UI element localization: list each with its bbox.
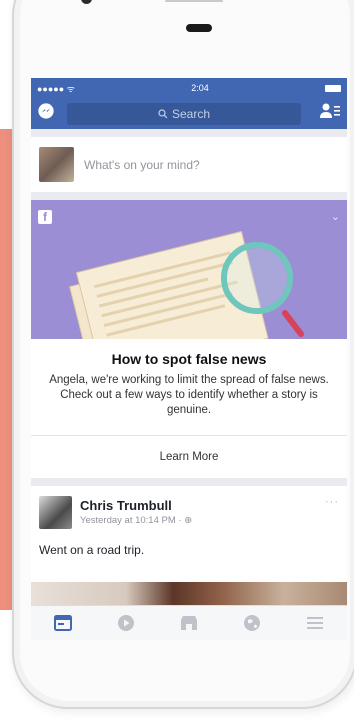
marketplace-icon[interactable]	[179, 613, 199, 633]
post-author-name[interactable]: Chris Trumbull	[80, 498, 192, 513]
facebook-f-icon: f	[38, 210, 52, 224]
composer-prompt: What's on your mind?	[84, 157, 200, 172]
battery-icon	[325, 84, 341, 92]
card-description: Angela, we're working to limit the sprea…	[49, 374, 329, 416]
status-composer[interactable]: What's on your mind?	[31, 137, 347, 192]
user-avatar	[39, 147, 74, 182]
search-placeholder: Search	[171, 106, 211, 121]
menu-icon[interactable]	[305, 613, 325, 633]
status-bar: ●●●●● ᯤ 2:04	[31, 78, 347, 98]
messenger-icon[interactable]	[37, 102, 55, 125]
phone-speaker-line	[165, 0, 223, 2]
top-nav: Search	[31, 98, 347, 129]
search-bar[interactable]: Search	[67, 102, 301, 125]
false-news-card: f ⌄ How to spot false news Angela, we're…	[31, 200, 347, 478]
news-feed-icon[interactable]	[53, 613, 73, 633]
post-text: Went on a road trip.	[39, 543, 145, 557]
signal-indicator: ●●●●● ᯤ	[37, 83, 75, 94]
bottom-tab-bar	[31, 605, 347, 640]
card-hero: f ⌄	[31, 200, 347, 339]
more-options-icon[interactable]: ···	[325, 496, 339, 508]
search-icon	[158, 108, 168, 118]
post-author-avatar[interactable]	[39, 496, 72, 529]
newspaper-magnifier-illustration	[69, 230, 304, 339]
status-time: 2:04	[191, 83, 209, 93]
phone-camera	[81, 0, 92, 4]
chevron-down-icon[interactable]: ⌄	[331, 210, 340, 223]
post-timestamp[interactable]: Yesterday at 10:14 PM · ⊕	[80, 515, 192, 526]
card-title: How to spot false news	[111, 351, 267, 367]
phone-screen: ●●●●● ᯤ 2:04 Search What's on your mind?…	[31, 78, 347, 640]
friend-requests-icon[interactable]	[319, 102, 341, 125]
phone-earpiece	[186, 24, 212, 32]
learn-more-button[interactable]: Learn More	[31, 436, 347, 478]
globe-icon[interactable]	[242, 613, 262, 633]
video-icon[interactable]	[116, 613, 136, 633]
